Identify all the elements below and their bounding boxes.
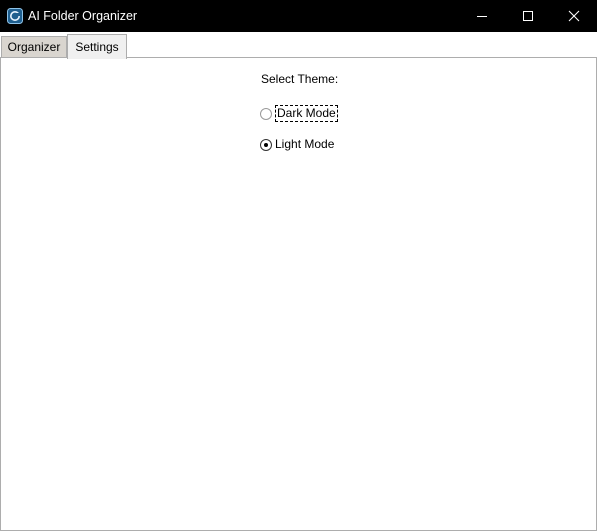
dark-mode-label: Dark Mode bbox=[275, 105, 338, 122]
tab-strip: Organizer Settings bbox=[0, 32, 597, 59]
tab-settings[interactable]: Settings bbox=[67, 34, 127, 59]
radio-unchecked-icon bbox=[260, 108, 272, 120]
app-folder-icon bbox=[7, 8, 23, 24]
close-button[interactable] bbox=[551, 0, 597, 32]
maximize-icon bbox=[523, 11, 533, 21]
close-icon bbox=[568, 10, 580, 22]
tab-organizer[interactable]: Organizer bbox=[1, 36, 67, 58]
theme-label: Select Theme: bbox=[261, 72, 339, 86]
maximize-button[interactable] bbox=[505, 0, 551, 32]
window-title: AI Folder Organizer bbox=[28, 9, 138, 23]
radio-checked-icon bbox=[260, 139, 272, 151]
minimize-icon bbox=[477, 16, 487, 17]
settings-panel bbox=[0, 57, 597, 531]
title-bar[interactable]: AI Folder Organizer bbox=[0, 0, 597, 32]
radio-dot bbox=[264, 143, 268, 147]
minimize-button[interactable] bbox=[459, 0, 505, 32]
light-mode-label: Light Mode bbox=[275, 137, 335, 151]
